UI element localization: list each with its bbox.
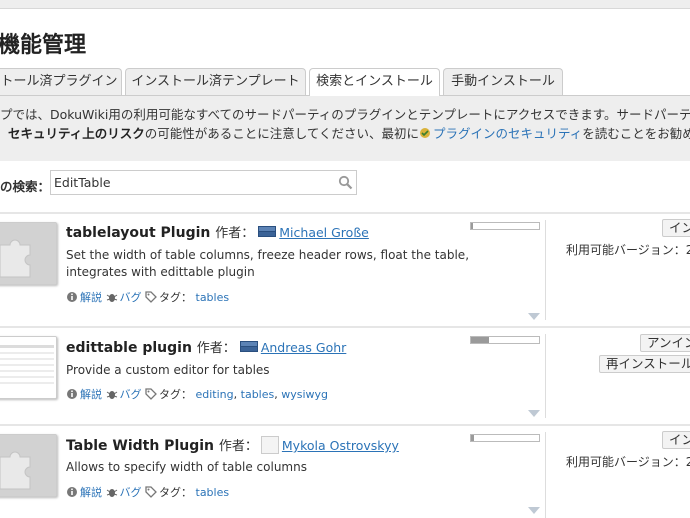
plugin-placeholder-image (0, 434, 57, 497)
row-separator (0, 424, 690, 426)
intro-end-text: を読むことをお勧めし (582, 126, 690, 141)
author-link[interactable]: Michael Große (279, 225, 369, 240)
author-prefix: 作者： (215, 226, 255, 241)
tag-link[interactable]: tables (196, 486, 230, 499)
top-border (0, 0, 690, 9)
popularity-bar (470, 336, 540, 344)
tag-icon (145, 486, 157, 498)
author-prefix: 作者： (218, 439, 258, 454)
author-prefix: 作者： (196, 341, 236, 356)
tab-bar: トール済プラグイン インストール済テンプレート 検索とインストール 手動インスト… (0, 68, 690, 96)
column-divider (545, 334, 546, 418)
available-version-label: 利用可能バージョン： (566, 455, 686, 469)
tag-link[interactable]: wysiwyg (281, 388, 328, 401)
puzzle-icon (0, 435, 56, 496)
bugs-link[interactable]: バグ (120, 291, 142, 304)
plugin-name: edittable plugin (66, 340, 192, 356)
docs-link[interactable]: 解説 (80, 291, 102, 304)
available-version-label: 利用可能バージョン： (566, 243, 686, 257)
tag-link[interactable]: tables (196, 291, 230, 304)
screenshot-image (0, 337, 56, 398)
plugin-title: tablelayout Plugin 作者： Michael Große (66, 222, 369, 241)
author-link[interactable]: Andreas Gohr (261, 340, 347, 355)
security-icon (420, 128, 431, 138)
search-label: の検索： (0, 179, 51, 194)
expand-arrow-icon[interactable] (528, 313, 540, 320)
puzzle-icon (0, 223, 56, 284)
intro-text-line2: セキュリティ上のリスクの可能性があることに注意してください、最初に プラグインのセ… (8, 123, 690, 142)
popularity-fill (471, 337, 490, 343)
intro-panel: プでは、DokuWiki用の利用可能なすべてのサードパーティのプラグインとテンプ… (0, 95, 690, 161)
plugin-description: Set the width of table columns, freeze h… (66, 248, 470, 279)
tab-search-install[interactable]: 検索とインストール (309, 68, 440, 96)
popularity-bar (470, 222, 540, 230)
plugin-title: Table Width Plugin 作者： Mykola Ostrovskyy (66, 435, 399, 454)
popularity-bar (470, 434, 540, 442)
plugin-name: Table Width Plugin (66, 438, 214, 454)
plugin-placeholder-image (0, 222, 57, 285)
plugin-links: 解説 バグ タグ： editing, tables, wysiwyg (66, 386, 328, 402)
popularity-fill (471, 435, 475, 441)
tab-manual-install[interactable]: 手動インストール (443, 68, 563, 95)
author-link[interactable]: Mykola Ostrovskyy (282, 438, 399, 453)
install-button[interactable]: インストール (662, 219, 690, 237)
bug-icon (106, 489, 117, 497)
install-button[interactable]: インストール (662, 431, 690, 449)
intro-mid-text: の可能性があることに注意してください、最初に (144, 126, 420, 141)
plugin-description: Allows to specify width of table columns (66, 460, 307, 474)
plugin-screenshot (0, 336, 57, 399)
tag-link[interactable]: editing (196, 388, 234, 401)
info-icon (67, 389, 77, 399)
cosmocode-badge-icon (258, 226, 277, 237)
bugs-link[interactable]: バグ (120, 486, 142, 499)
security-risk-text: セキュリティ上のリスク (8, 126, 145, 141)
tag-link[interactable]: tables (241, 388, 275, 401)
plugin-title: edittable plugin 作者： Andreas Gohr (66, 337, 346, 356)
search-icon[interactable] (338, 175, 353, 190)
available-version: 利用可能バージョン：2 (566, 241, 690, 258)
plugin-description: Provide a custom editor for tables (66, 363, 270, 377)
search-box (50, 170, 357, 195)
reinstall-button[interactable]: 再インストール (599, 355, 690, 373)
info-icon (67, 292, 77, 302)
plugin-name: tablelayout Plugin (66, 225, 211, 241)
cosmocode-badge-icon (239, 341, 258, 352)
column-divider (545, 220, 546, 320)
available-version-value: 2 (685, 455, 690, 469)
info-icon (67, 487, 77, 497)
expand-arrow-icon[interactable] (528, 507, 540, 514)
available-version-value: 2 (685, 243, 690, 257)
tag-icon (145, 388, 157, 400)
uninstall-button[interactable]: アンインストール (640, 334, 690, 352)
tab-installed-templates[interactable]: インストール済テンプレート (125, 68, 306, 95)
tags-label: タグ： (159, 486, 192, 499)
tab-installed-plugins[interactable]: トール済プラグイン (0, 68, 122, 95)
bug-icon (106, 294, 117, 302)
expand-arrow-icon[interactable] (528, 410, 540, 417)
docs-link[interactable]: 解説 (80, 388, 102, 401)
page-title: 機能管理 (0, 33, 87, 58)
popularity-fill (471, 223, 474, 229)
search-input[interactable] (51, 171, 331, 194)
column-divider (545, 432, 546, 518)
row-separator (0, 212, 690, 214)
plugin-security-link[interactable]: プラグインのセキュリティ (433, 126, 582, 141)
docs-link[interactable]: 解説 (80, 486, 102, 499)
avatar (260, 436, 279, 454)
available-version: 利用可能バージョン：2 (566, 453, 690, 470)
tags-label: タグ： (159, 388, 192, 401)
plugin-links: 解説 バグ タグ： tables (66, 289, 229, 305)
row-separator (0, 326, 690, 328)
bugs-link[interactable]: バグ (120, 388, 142, 401)
plugin-links: 解説 バグ タグ： tables (66, 484, 229, 500)
intro-text-line1: プでは、DokuWiki用の利用可能なすべてのサードパーティのプラグインとテンプ… (0, 107, 690, 122)
bug-icon (106, 391, 117, 399)
tags-label: タグ： (159, 291, 192, 304)
tag-icon (145, 291, 157, 303)
